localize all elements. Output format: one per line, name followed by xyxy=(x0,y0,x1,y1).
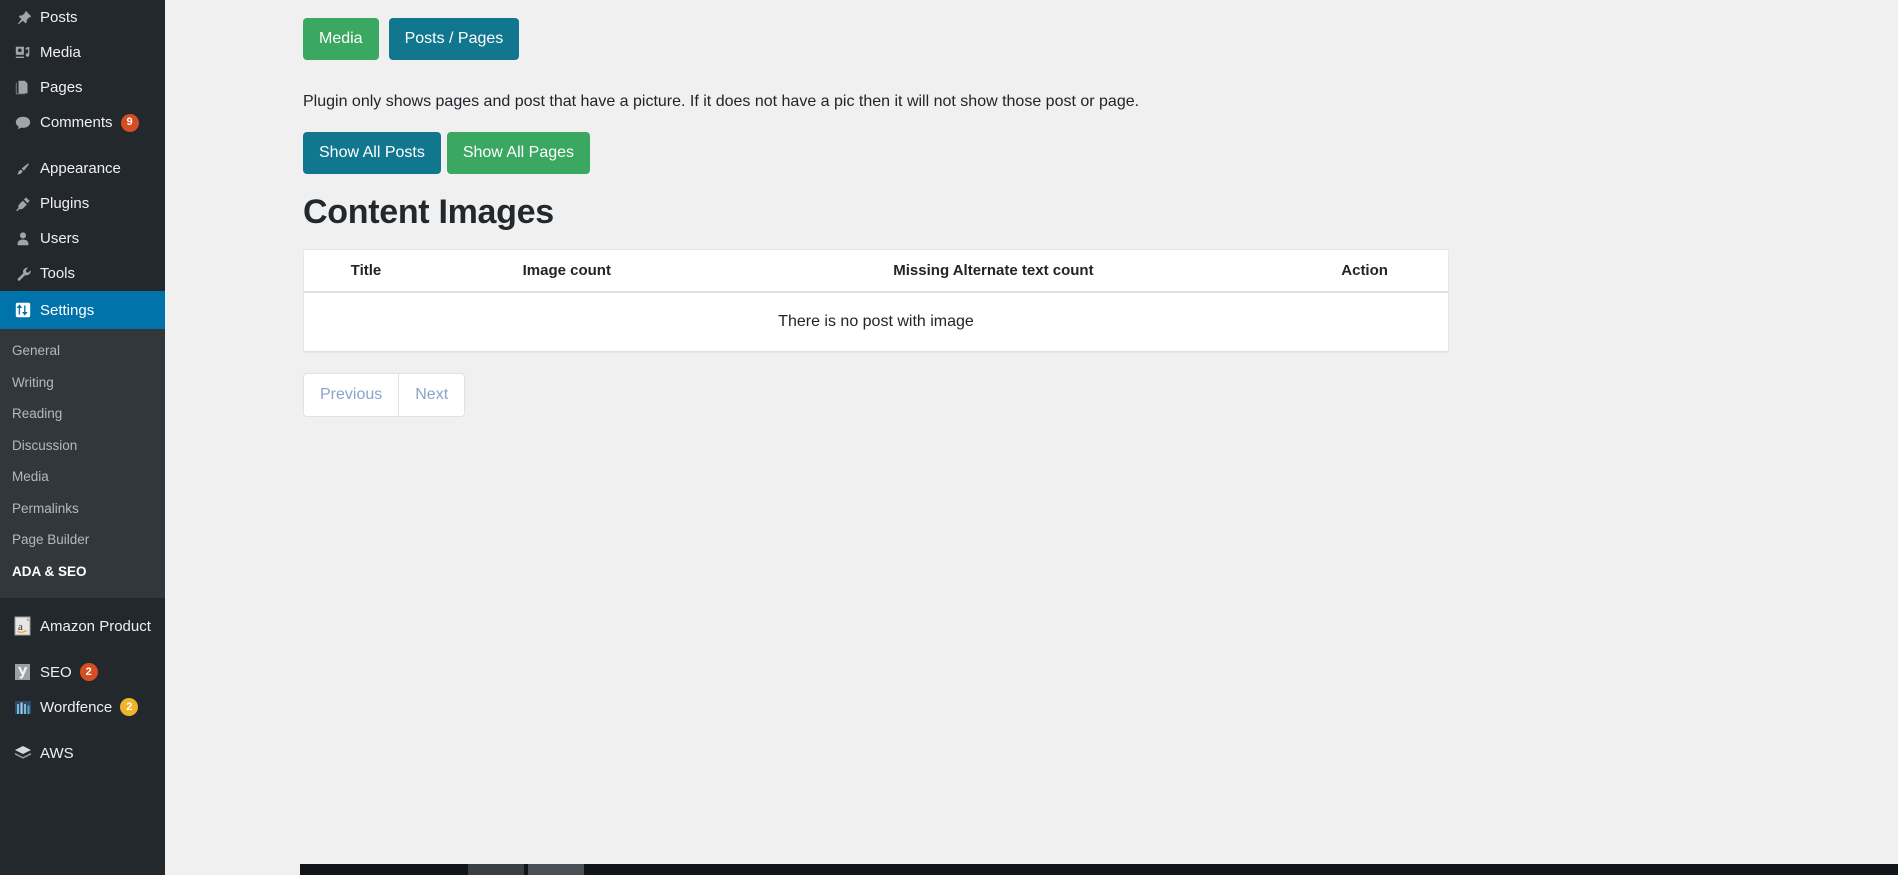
sidebar-item-label: Pages xyxy=(40,79,83,96)
page-title: Content Images xyxy=(303,193,554,231)
table-header-missing-alternate-text-count: Missing Alternate text count xyxy=(705,249,1282,293)
sidebar-item-plugins[interactable]: Plugins xyxy=(0,186,165,221)
sidebar-badge-count: 2 xyxy=(120,698,139,716)
sidebar-item-label: Comments xyxy=(40,114,113,131)
os-taskbar-edge xyxy=(300,864,1898,875)
sidebar-item-amazon-product[interactable]: a Amazon Product xyxy=(0,609,165,644)
sidebar-bottom-edge xyxy=(0,869,165,875)
sidebar-item-label: Appearance xyxy=(40,160,121,177)
sidebar-badge-count: 9 xyxy=(120,113,139,132)
sidebar-item-appearance[interactable]: Appearance xyxy=(0,151,165,186)
empty-state-message: There is no post with image xyxy=(304,291,1448,352)
pagination: Previous Next xyxy=(303,372,466,417)
plugin-page-wrap: Media Posts / Pages Plugin only shows pag… xyxy=(165,0,1898,417)
admin-sidebar: Posts Media Pages Comments 9 Appearance Plugin… xyxy=(0,0,165,875)
submenu-item-ada-seo[interactable]: ADA & SEO xyxy=(0,556,165,588)
brush-icon xyxy=(12,159,34,179)
sidebar-item-label: Wordfence xyxy=(40,698,113,716)
sidebar-item-users[interactable]: Users xyxy=(0,221,165,256)
table-body: There is no post with image xyxy=(304,291,1448,352)
sidebar-item-media[interactable]: Media xyxy=(0,35,165,70)
sidebar-item-label: Users xyxy=(40,230,80,247)
table-header-action: Action xyxy=(1281,249,1448,293)
submenu-item-general[interactable]: General xyxy=(0,335,165,367)
sidebar-item-label: Posts xyxy=(40,9,78,26)
settings-submenu: General Writing Reading Discussion Media Perm… xyxy=(0,329,165,598)
tab-media[interactable]: Media xyxy=(303,18,379,60)
comment-icon xyxy=(12,113,34,133)
sidebar-item-label: Settings xyxy=(40,301,95,319)
sidebar-item-label: AWS xyxy=(40,744,74,762)
show-all-buttons: Show All Posts Show All Pages xyxy=(303,132,1898,174)
sidebar-item-label: Media xyxy=(40,44,81,61)
submenu-item-discussion[interactable]: Discussion xyxy=(0,430,165,462)
submenu-item-permalinks[interactable]: Permalinks xyxy=(0,493,165,525)
tab-posts-pages[interactable]: Posts / Pages xyxy=(388,18,520,60)
plugin-notice-text: Plugin only shows pages and post that ha… xyxy=(303,93,1140,110)
previous-page-button[interactable]: Previous xyxy=(303,372,400,417)
taskbar-segment xyxy=(468,864,524,875)
sidebar-plugin-menu: a Amazon Product SEO 2 Wordfence 2 AWS xyxy=(0,609,165,771)
screen: Posts Media Pages Comments 9 Appearance Plugin… xyxy=(0,0,1898,875)
table-header-row: Title Image count Missing Alternate text c… xyxy=(304,249,1448,293)
sidebar-item-comments[interactable]: Comments 9 xyxy=(0,105,165,140)
user-icon xyxy=(12,229,34,249)
sidebar-item-label: SEO xyxy=(40,663,72,681)
svg-text:a: a xyxy=(18,621,23,633)
submenu-item-reading[interactable]: Reading xyxy=(0,398,165,430)
sidebar-top-menu: Posts Media Pages Comments 9 Appearance Plugin… xyxy=(0,0,165,329)
sidebar-item-label: Tools xyxy=(40,265,76,282)
content-area: Media Posts / Pages Plugin only shows pag… xyxy=(165,0,1898,875)
submenu-item-page-builder[interactable]: Page Builder xyxy=(0,524,165,556)
table-empty-row: There is no post with image xyxy=(304,291,1448,352)
table-header-image-count: Image count xyxy=(427,249,706,293)
sidebar-item-wordfence[interactable]: Wordfence 2 xyxy=(0,690,165,725)
amazon-icon: a xyxy=(12,616,34,636)
media-icon xyxy=(12,43,34,63)
show-all-posts-button[interactable]: Show All Posts xyxy=(303,132,441,174)
plug-icon xyxy=(12,194,34,214)
sidebar-item-seo[interactable]: SEO 2 xyxy=(0,655,165,690)
next-page-button[interactable]: Next xyxy=(399,372,466,417)
taskbar-segment xyxy=(528,864,584,875)
aws-icon xyxy=(12,743,34,763)
sidebar-badge-count: 2 xyxy=(79,663,98,681)
settings-icon xyxy=(12,300,34,320)
table-head: Title Image count Missing Alternate text c… xyxy=(304,249,1448,293)
content-images-table-card: Title Image count Missing Alternate text c… xyxy=(303,248,1449,353)
sidebar-item-posts[interactable]: Posts xyxy=(0,0,165,35)
content-images-table: Title Image count Missing Alternate text c… xyxy=(304,249,1448,352)
pages-icon xyxy=(12,78,34,98)
wordfence-icon xyxy=(12,697,34,717)
pin-icon xyxy=(12,8,34,28)
table-header-title: Title xyxy=(304,249,428,293)
sidebar-item-label: Amazon Product xyxy=(40,617,151,635)
sidebar-item-aws[interactable]: AWS xyxy=(0,736,165,771)
show-all-pages-button[interactable]: Show All Pages xyxy=(446,132,591,174)
sidebar-item-pages[interactable]: Pages xyxy=(0,70,165,105)
wrench-icon xyxy=(12,264,34,284)
yoast-icon xyxy=(12,662,34,682)
view-tabs: Media Posts / Pages xyxy=(303,18,1898,60)
submenu-item-writing[interactable]: Writing xyxy=(0,367,165,399)
sidebar-item-label: Plugins xyxy=(40,195,90,212)
sidebar-item-tools[interactable]: Tools xyxy=(0,256,165,291)
submenu-item-media[interactable]: Media xyxy=(0,461,165,493)
sidebar-item-settings[interactable]: Settings xyxy=(0,291,165,329)
